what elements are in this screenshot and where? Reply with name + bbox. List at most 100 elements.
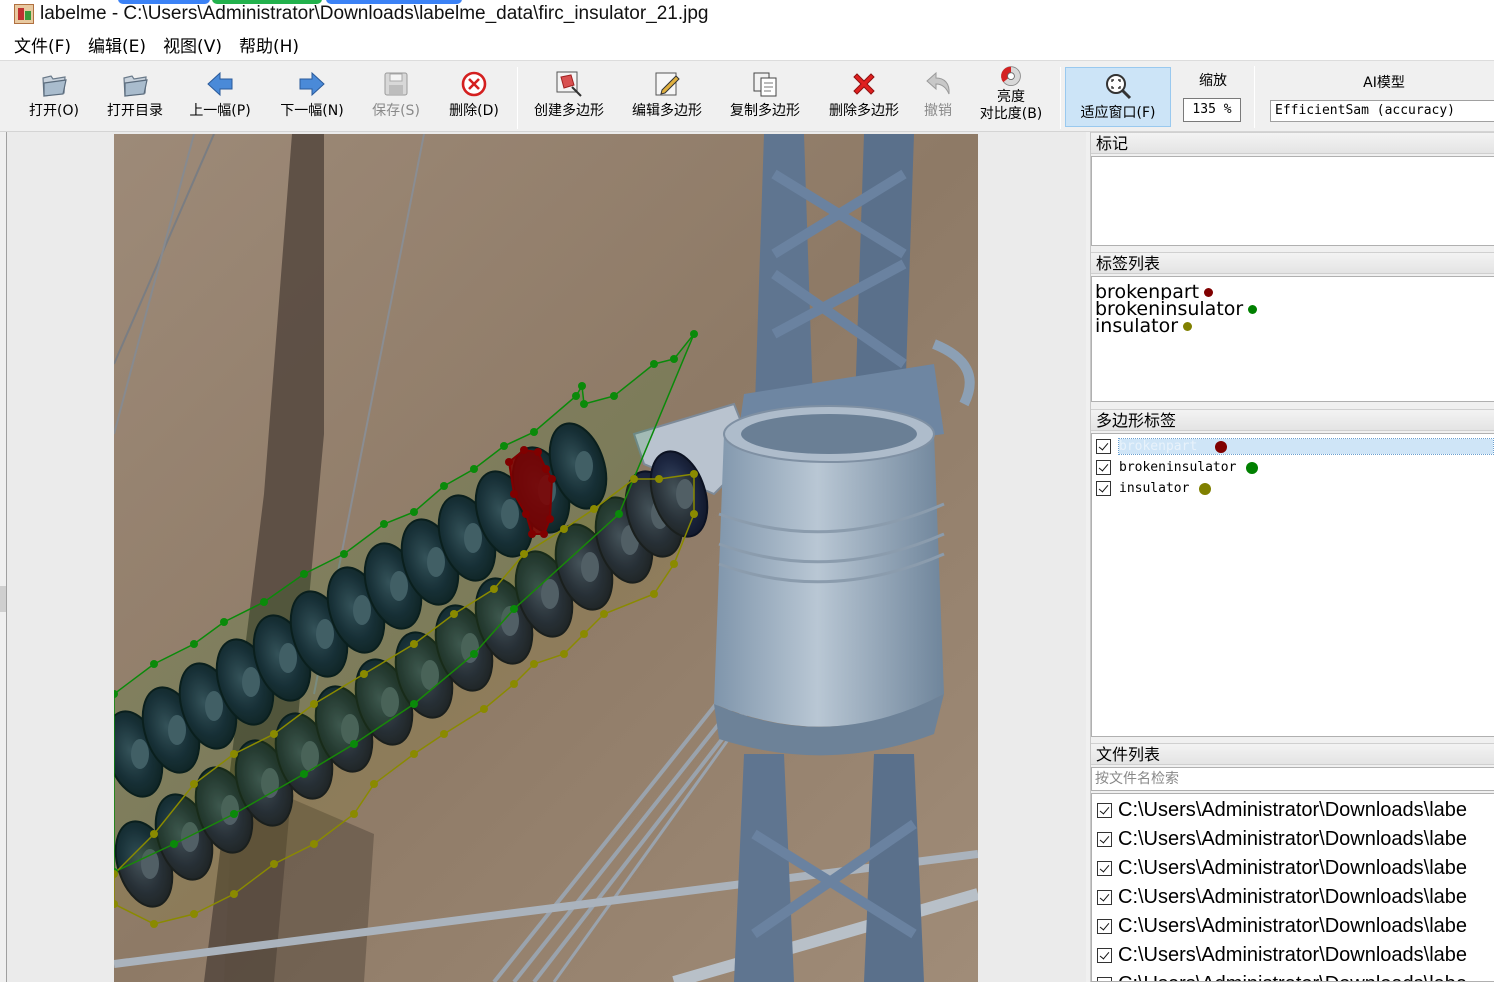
polygon-vertex[interactable]	[610, 392, 618, 400]
polygon-vertex[interactable]	[270, 730, 278, 738]
polygon-item-insulator[interactable]: insulator	[1092, 478, 1494, 499]
file-item[interactable]: C:\Users\Administrator\Downloads\labe	[1092, 825, 1494, 854]
polygon-vertex[interactable]	[690, 330, 698, 338]
polygon-vertex[interactable]	[530, 428, 538, 436]
label-list[interactable]: brokenpart brokeninsulator insulator	[1091, 276, 1494, 402]
prev-image-button[interactable]: 上一幅(P)	[184, 69, 256, 127]
label-item-brokeninsulator[interactable]: brokeninsulator	[1092, 300, 1494, 317]
polygon-vertex[interactable]	[505, 458, 513, 466]
polygon-vertex[interactable]	[410, 508, 418, 516]
polygon-vertex[interactable]	[690, 510, 698, 518]
polygon-vertex[interactable]	[540, 530, 548, 538]
menu-help[interactable]: 帮助(H)	[239, 32, 299, 57]
polygon-vertex[interactable]	[220, 618, 228, 626]
polygon-vertex[interactable]	[615, 510, 623, 518]
polygon-vertex[interactable]	[440, 730, 448, 738]
polygon-vertex[interactable]	[300, 570, 308, 578]
polygon-vertex[interactable]	[190, 910, 198, 918]
polygon-item-brokeninsulator[interactable]: brokeninsulator	[1092, 457, 1494, 478]
polygon-vertex[interactable]	[670, 560, 678, 568]
menu-file[interactable]: 文件(F)	[14, 32, 71, 57]
file-checkbox[interactable]	[1097, 803, 1112, 818]
polygon-vertex[interactable]	[500, 442, 508, 450]
polygon-vertex[interactable]	[528, 530, 536, 538]
undo-button[interactable]: 撤销	[918, 69, 958, 127]
polygon-vertex[interactable]	[530, 660, 538, 668]
polygon-vertex[interactable]	[690, 470, 698, 478]
polygon-vertex[interactable]	[600, 610, 608, 618]
polygon-vertex[interactable]	[270, 860, 278, 868]
polygon-vertex[interactable]	[534, 448, 542, 456]
polygon-vertex[interactable]	[572, 392, 580, 400]
polygon-vertex[interactable]	[150, 660, 158, 668]
polygon-vertex[interactable]	[470, 650, 478, 658]
polygon-vertex[interactable]	[650, 590, 658, 598]
polygon-vertex[interactable]	[350, 740, 358, 748]
annotation-canvas[interactable]	[6, 132, 1086, 982]
polygon-vertex[interactable]	[510, 490, 518, 498]
polygon-vertex[interactable]	[522, 510, 530, 518]
file-checkbox[interactable]	[1097, 977, 1112, 981]
polygon-vertex[interactable]	[310, 700, 318, 708]
ai-model-select[interactable]: EfficientSam (accuracy)	[1270, 100, 1494, 122]
file-checkbox[interactable]	[1097, 890, 1112, 905]
polygon-vertex[interactable]	[470, 465, 478, 473]
polygon-vertex[interactable]	[630, 475, 638, 483]
zoom-input[interactable]: 135 %	[1183, 98, 1241, 122]
edit-polygon-button[interactable]: 编辑多边形	[626, 69, 708, 127]
polygon-vertex[interactable]	[230, 890, 238, 898]
polygon-vertex[interactable]	[670, 355, 678, 363]
create-polygon-button[interactable]: 创建多边形	[528, 69, 610, 127]
polygon-vertex[interactable]	[410, 750, 418, 758]
file-item[interactable]: C:\Users\Administrator\Downloads\labe	[1092, 912, 1494, 941]
polygon-vertex[interactable]	[450, 610, 458, 618]
polygon-vertex[interactable]	[578, 382, 586, 390]
polygon-vertex[interactable]	[655, 475, 663, 483]
file-list[interactable]: C:\Users\Administrator\Downloads\labe C:…	[1091, 793, 1494, 982]
polygon-vertex[interactable]	[380, 520, 388, 528]
polygon-vertex[interactable]	[190, 780, 198, 788]
polygon-vertex[interactable]	[548, 475, 556, 483]
polygon-vertex[interactable]	[520, 446, 528, 454]
polygon-vertex[interactable]	[580, 400, 588, 408]
polygon-vertex[interactable]	[650, 360, 658, 368]
polygon-vertex[interactable]	[542, 465, 550, 473]
flags-list[interactable]	[1091, 156, 1494, 246]
delete-polygon-button[interactable]: 删除多边形	[822, 69, 906, 127]
next-image-button[interactable]: 下一幅(N)	[276, 69, 348, 127]
polygon-vertex[interactable]	[150, 830, 158, 838]
polygon-vertex[interactable]	[590, 505, 598, 513]
polygon-vertex[interactable]	[370, 780, 378, 788]
file-item[interactable]: C:\Users\Administrator\Downloads\labe	[1092, 941, 1494, 970]
insulator-photo[interactable]	[114, 134, 978, 982]
polygon-vertex[interactable]	[510, 605, 518, 613]
file-item[interactable]: C:\Users\Administrator\Downloads\labe	[1092, 970, 1494, 981]
polygon-visible-checkbox[interactable]	[1096, 439, 1111, 454]
polygon-item-brokenpart[interactable]: brokenpart	[1092, 436, 1494, 457]
polygon-vertex[interactable]	[260, 598, 268, 606]
polygon-vertex[interactable]	[190, 640, 198, 648]
brightness-contrast-button[interactable]: 亮度 对比度(B)	[972, 65, 1050, 123]
label-item-insulator[interactable]: insulator	[1092, 317, 1494, 334]
polygon-vertex[interactable]	[170, 840, 178, 848]
polygon-vertex[interactable]	[580, 630, 588, 638]
polygon-vertex[interactable]	[560, 650, 568, 658]
polygon-vertex[interactable]	[230, 750, 238, 758]
file-item[interactable]: C:\Users\Administrator\Downloads\labe	[1092, 796, 1494, 825]
polygon-vertex[interactable]	[300, 770, 308, 778]
polygon-vertex[interactable]	[340, 550, 348, 558]
copy-polygon-button[interactable]: 复制多边形	[724, 69, 806, 127]
file-checkbox[interactable]	[1097, 919, 1112, 934]
polygon-visible-checkbox[interactable]	[1096, 481, 1111, 496]
file-item[interactable]: C:\Users\Administrator\Downloads\labe	[1092, 883, 1494, 912]
polygon-vertex[interactable]	[350, 810, 358, 818]
polygon-vertex[interactable]	[520, 550, 528, 558]
polygon-vertex[interactable]	[490, 585, 498, 593]
polygon-vertex[interactable]	[546, 515, 554, 523]
polygon-vertex[interactable]	[440, 482, 448, 490]
label-item-brokenpart[interactable]: brokenpart	[1092, 283, 1494, 300]
polygon-vertex[interactable]	[310, 840, 318, 848]
polygon-vertex[interactable]	[560, 525, 568, 533]
polygon-label-list[interactable]: brokenpart brokeninsulator insulator	[1091, 433, 1494, 737]
fit-window-button[interactable]: 适应窗口(F)	[1065, 67, 1171, 127]
